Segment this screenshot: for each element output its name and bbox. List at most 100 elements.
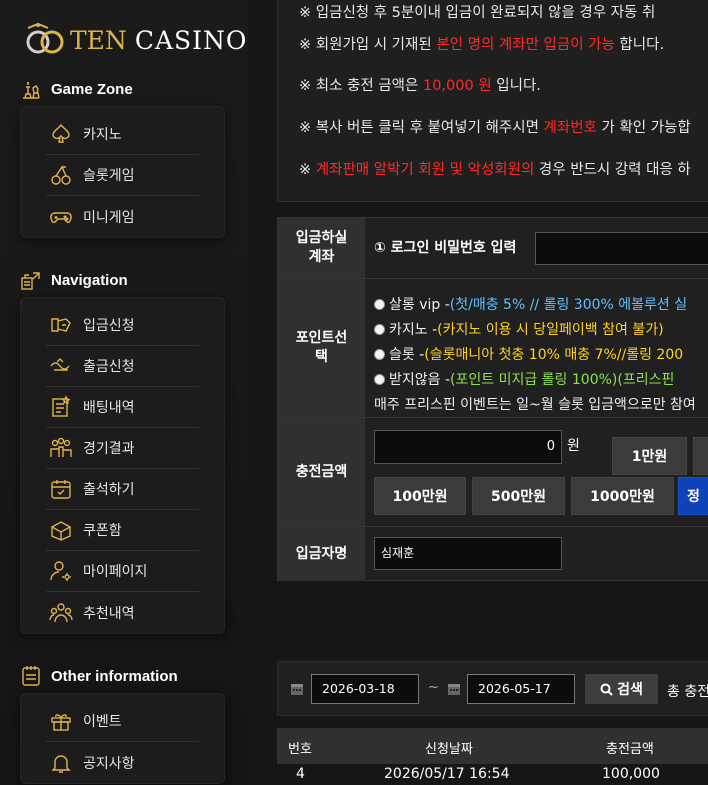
history-table-header: 번호 신청날짜 충전금액	[277, 728, 708, 764]
row-number: 4	[296, 766, 305, 782]
game-zone-menu: 카지노 슬롯게임 미니게임	[20, 106, 225, 238]
search-icon	[600, 683, 613, 696]
history-search-bar: 2026-03-18 ~ 2026-05-17 검색 총 충전	[277, 661, 708, 716]
search-button-label: 검색	[617, 682, 643, 698]
user-settings-icon	[49, 559, 73, 583]
option-none[interactable]: 받지않음 - (포인트 미지급 롤링 100%)(프리스핀	[374, 369, 674, 389]
date-from-input[interactable]: 2026-03-18	[311, 674, 419, 704]
other-info-menu: 이벤트 공지사항	[20, 693, 225, 784]
sidebar-item-minigame[interactable]: 미니게임	[46, 196, 199, 237]
sidebar-item-attendance[interactable]: 출석하기	[46, 469, 199, 510]
sidebar-item-coupon[interactable]: 쿠폰함	[46, 510, 199, 551]
results-icon	[49, 436, 73, 460]
notice-line-3: ※ 최소 충전 금액은 10,000 원 입니다.	[299, 78, 541, 94]
radio-button[interactable]	[374, 348, 385, 360]
sidebar-item-label: 입금신청	[83, 318, 135, 334]
row-date: 2026/05/17 16:54	[384, 766, 510, 782]
logo-ten: TEN	[70, 25, 127, 55]
sidebar-item-withdraw[interactable]: 출금신청	[46, 346, 199, 387]
quick-1m-button[interactable]: 100만원	[374, 477, 466, 515]
quick-5m-button[interactable]: 500만원	[472, 477, 565, 515]
notice-line-2: ※ 회원가입 시 기재된 본인 명의 계좌만 입금이 가능 합니다.	[299, 37, 665, 53]
search-button[interactable]: 검색	[585, 674, 658, 704]
sidebar-item-slot[interactable]: 슬롯게임	[46, 155, 199, 196]
sidebar-item-label: 마이페이지	[83, 564, 148, 580]
calendar-check-icon	[49, 477, 73, 501]
quick-10m-button[interactable]: 1000만원	[571, 477, 674, 515]
notice-line-1: ※ 입금신청 후 5분이내 입금이 완료되지 않을 경우 자동 취	[299, 5, 656, 21]
calendar-icon	[448, 684, 460, 695]
radio-button[interactable]	[374, 298, 385, 310]
withdraw-icon	[49, 354, 73, 378]
option-slot[interactable]: 슬롯 - (슬롯매니아 첫충 10% 매충 7%//롤링 200	[374, 344, 683, 364]
reset-button[interactable]: 정	[678, 477, 708, 515]
referral-icon	[49, 601, 73, 625]
depositor-row: 입금자명 심재훈	[278, 527, 708, 581]
point-row: 포인트선택 살롱 vip - (첫/매충 5% // 롤링 300% 에볼루션 …	[278, 279, 708, 418]
sidebar-item-label: 추천내역	[83, 605, 135, 622]
sidebar-item-label: 출석하기	[83, 482, 135, 498]
option-casino[interactable]: 카지노 - (카지노 이용 시 당일페이백 참여 불가)	[374, 319, 664, 339]
account-row: 입금하실 계좌 ① 로그인 비밀번호 입력	[278, 218, 708, 279]
chess-icon	[20, 78, 42, 100]
gamepad-icon	[49, 205, 73, 229]
freespin-note: 매주 프리스핀 이벤트는 일~월 슬롯 입금액으로만 참여	[374, 397, 696, 413]
amount-row: 충전금액 0 원 1만원 100만원 500만원 1000만원 정	[278, 418, 708, 527]
total-deposit-label: 총 충전	[667, 684, 708, 700]
logo[interactable]: TEN CASINO	[24, 20, 247, 60]
sidebar-item-label: 경기결과	[83, 441, 135, 457]
game-zone-heading: Game Zone	[20, 78, 133, 100]
password-input[interactable]	[535, 232, 708, 265]
sidebar-item-label: 출금신청	[83, 359, 135, 375]
coupon-box-icon	[49, 518, 73, 542]
account-label: 입금하실 계좌	[278, 218, 365, 278]
navigation-icon	[20, 269, 42, 291]
quick-10k-button[interactable]: 1만원	[612, 437, 687, 475]
sidebar-item-label: 공지사항	[83, 755, 135, 772]
deposit-notice: ※ 입금신청 후 5분이내 입금이 완료되지 않을 경우 자동 취 ※ 회원가입…	[277, 0, 708, 202]
quick-next-button[interactable]	[693, 437, 708, 475]
sidebar-item-label: 카지노	[83, 127, 122, 143]
sidebar-item-deposit[interactable]: 입금신청	[46, 305, 199, 346]
date-separator: ~	[428, 680, 439, 695]
sidebar-item-label: 미니게임	[83, 209, 135, 226]
date-to-input[interactable]: 2026-05-17	[467, 674, 575, 704]
betting-history-icon	[49, 395, 73, 419]
logo-mark-icon	[26, 22, 64, 54]
won-unit: 원	[567, 438, 580, 454]
password-label: ① 로그인 비밀번호 입력	[374, 240, 517, 256]
depositor-input[interactable]: 심재훈	[374, 537, 562, 570]
other-info-heading: Other information	[20, 665, 178, 687]
sidebar-item-label: 슬롯게임	[83, 168, 135, 184]
gift-icon	[49, 709, 73, 733]
main-content: ※ 입금신청 후 5분이내 입금이 완료되지 않을 경우 자동 취 ※ 회원가입…	[248, 0, 708, 785]
sidebar-item-notice[interactable]: 공지사항	[46, 742, 199, 783]
sidebar-item-label: 배팅내역	[83, 400, 135, 416]
deposit-form: 입금하실 계좌 ① 로그인 비밀번호 입력 포인트선택 살롱 vip - (첫/…	[277, 217, 708, 581]
sidebar-item-event[interactable]: 이벤트	[46, 701, 199, 742]
notepad-icon	[20, 665, 42, 687]
sidebar-item-label: 쿠폰함	[83, 523, 122, 539]
sidebar-item-results[interactable]: 경기결과	[46, 428, 199, 469]
depositor-label: 입금자명	[278, 527, 365, 581]
point-label: 포인트선택	[278, 279, 365, 417]
sidebar-item-casino[interactable]: 카지노	[46, 114, 199, 155]
sidebar-item-betting-history[interactable]: 배팅내역	[46, 387, 199, 428]
radio-button[interactable]	[374, 323, 385, 335]
table-row[interactable]: 4 2026/05/17 16:54 100,000	[277, 764, 708, 785]
spade-icon	[49, 122, 73, 146]
notice-line-4: ※ 복사 버튼 클릭 후 붙여넣기 해주시면 계좌번호 가 확인 가능합	[299, 120, 691, 136]
option-salon-vip[interactable]: 살롱 vip - (첫/매충 5% // 롤링 300% 에볼루션 실	[374, 294, 687, 314]
amount-input[interactable]: 0	[374, 430, 562, 464]
header-number: 번호	[288, 742, 312, 757]
logo-casino: CASINO	[134, 25, 248, 55]
game-zone-title: Game Zone	[51, 80, 133, 98]
header-date: 신청날짜	[425, 742, 473, 757]
notice-line-5: ※ 계좌판매 알박기 회원 및 악성회원의 경우 반드시 강력 대응 하	[299, 162, 691, 178]
sidebar-item-referral[interactable]: 추천내역	[46, 592, 199, 633]
sidebar-item-mypage[interactable]: 마이페이지	[46, 551, 199, 592]
radio-button[interactable]	[374, 373, 385, 385]
row-amount: 100,000	[602, 766, 660, 782]
header-amount: 충전금액	[606, 742, 654, 757]
bell-icon	[49, 751, 73, 775]
